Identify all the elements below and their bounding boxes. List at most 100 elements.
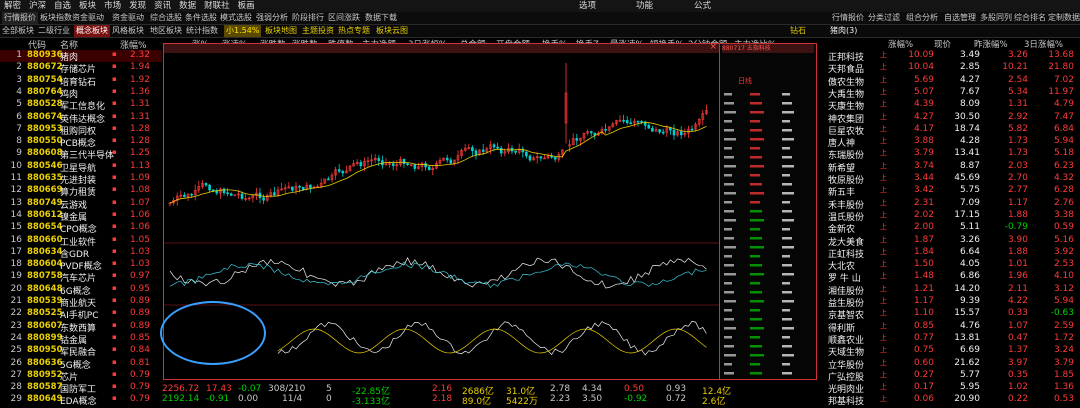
sector-row[interactable]: 28 880587 国防军工 ▪ 0.79: [0, 382, 162, 395]
menu-item-3[interactable]: 板块: [75, 0, 100, 12]
close-icon[interactable]: ×: [709, 42, 717, 52]
sector-row[interactable]: 10 880546 卫星导航 ▪ 1.13: [0, 161, 162, 174]
toolbar-item-3[interactable]: 资金驱动: [112, 12, 144, 24]
toolbar-right-2[interactable]: 组合分析: [906, 12, 938, 24]
constituent-row[interactable]: 广弘控股 上 0.27 5.77 0.35 1.85: [824, 370, 1080, 383]
menu-item-7[interactable]: 数据: [175, 0, 200, 12]
menu-item-2[interactable]: 自选: [50, 0, 75, 12]
menu-item-8[interactable]: 财联社: [200, 0, 234, 12]
constituent-row[interactable]: 金新农 上 2.00 5.11 -0.79 0.59: [824, 222, 1080, 235]
constituent-row[interactable]: 禾丰股份 上 2.31 7.09 1.17 2.76: [824, 198, 1080, 211]
sector-row[interactable]: 8 880550 PCB概念 ▪ 1.28: [0, 136, 162, 149]
constituent-row[interactable]: 顺鑫农业 上 0.77 13.81 0.47 1.72: [824, 333, 1080, 346]
menu-item-4[interactable]: 市场: [100, 0, 125, 12]
toolbar-right-3[interactable]: 自选管理: [944, 12, 976, 24]
sector-row[interactable]: 13 880749 云游戏 ▪ 1.07: [0, 198, 162, 211]
constituent-row[interactable]: 大北农 上 1.50 4.05 1.01 2.53: [824, 259, 1080, 272]
sector-row[interactable]: 23 880607 东数西算 ▪ 0.89: [0, 321, 162, 334]
sector-row[interactable]: 16 880660 工业软件 ▪ 1.05: [0, 235, 162, 248]
constituent-row[interactable]: 立华股份 上 0.60 21.62 3.97 3.79: [824, 358, 1080, 371]
popup-titlebar[interactable]: ×: [164, 42, 720, 53]
toolbar-item-5[interactable]: 条件选股: [185, 12, 217, 24]
menu-item-0[interactable]: 解密: [0, 0, 25, 12]
toolbar-item-6[interactable]: 模式选股: [220, 12, 252, 24]
tab-stat-index[interactable]: 统计指数: [186, 25, 218, 37]
sector-row[interactable]: 25 880950 军民融合 ▪ 0.84: [0, 345, 162, 358]
tab-all-sectors[interactable]: 全部板块: [2, 25, 34, 37]
sector-row[interactable]: 17 880634 含GDR ▪ 1.03: [0, 247, 162, 260]
constituent-row[interactable]: 温氏股份 上 2.02 17.15 1.88 3.38: [824, 210, 1080, 223]
toolbar-right-0[interactable]: 行情报价: [832, 12, 864, 24]
tab-secondary-industry[interactable]: 二级行业: [38, 25, 70, 37]
link-hot-topic[interactable]: 热点专题: [338, 25, 370, 37]
toolbar-right-5[interactable]: 综合排名: [1014, 12, 1046, 24]
constituent-row[interactable]: 大禹生物 上 5.07 7.67 5.34 11.97: [824, 87, 1080, 100]
sector-row[interactable]: 4 880764 鸡肉 ▪ 1.36: [0, 87, 162, 100]
constituent-row[interactable]: 光明肉业 上 0.17 5.95 1.02 1.36: [824, 382, 1080, 395]
constituent-row[interactable]: 正虹科技 上 1.84 6.64 1.88 3.92: [824, 247, 1080, 260]
constituent-row[interactable]: 邦基科技 上 0.06 20.90 0.22 0.53: [824, 394, 1080, 407]
sector-row[interactable]: 15 880654 CPO概念 ▪ 1.06: [0, 222, 162, 235]
rcol-0[interactable]: 涨幅%: [888, 38, 913, 50]
sector-row[interactable]: 21 880539 商业航天 ▪ 0.89: [0, 296, 162, 309]
side-panel-title[interactable]: 880717 五指科技: [722, 44, 814, 53]
constituent-row[interactable]: 正邦科技 上 10.09 3.49 3.26 13.68: [824, 50, 1080, 63]
sector-row[interactable]: 5 880528 军工信息化 ▪ 1.31: [0, 99, 162, 112]
sector-row[interactable]: 12 880669 算力租赁 ▪ 1.08: [0, 185, 162, 198]
tab-style-sector[interactable]: 风格板块: [112, 25, 144, 37]
menu-functions[interactable]: 功能: [632, 0, 657, 12]
constituent-row[interactable]: 天域生物 上 0.75 6.69 1.37 3.24: [824, 345, 1080, 358]
sector-row[interactable]: 1 880936 猪肉 ▪ 2.32: [0, 50, 162, 63]
sector-row[interactable]: 19 880758 汽车芯片 ▪ 0.97: [0, 271, 162, 284]
constituent-row[interactable]: 益生股份 上 1.17 9.39 4.22 5.94: [824, 296, 1080, 309]
constituent-row[interactable]: 京基智农 上 1.10 15.57 0.33 -0.63: [824, 308, 1080, 321]
link-sector-cloud[interactable]: 板块云图: [376, 25, 408, 37]
toolbar-right-1[interactable]: 分类过滤: [868, 12, 900, 24]
menu-item-1[interactable]: 沪深: [25, 0, 50, 12]
toolbar-item-10[interactable]: 数据下载: [365, 12, 397, 24]
constituent-row[interactable]: 得利斯 上 0.85 4.76 1.07 2.59: [824, 321, 1080, 334]
constituent-row[interactable]: 傲农生物 上 5.69 4.27 2.54 7.02: [824, 75, 1080, 88]
toolbar-item-8[interactable]: 阶段排行: [292, 12, 324, 24]
sector-row[interactable]: 9 880608 第三代半导体 ▪ 1.25: [0, 148, 162, 161]
constituent-row[interactable]: 天邦食品 上 10.04 2.85 10.21 21.80: [824, 62, 1080, 75]
constituent-row[interactable]: 龙大美食 上 1.87 3.26 3.90 5.16: [824, 235, 1080, 248]
sector-row[interactable]: 11 880635 先进封装 ▪ 1.09: [0, 173, 162, 186]
sector-row[interactable]: 27 880952 芯片 ▪ 0.79: [0, 370, 162, 383]
menu-options[interactable]: 选项: [575, 0, 600, 12]
toolbar-right-6[interactable]: 定制数据: [1048, 12, 1080, 24]
sector-row[interactable]: 6 880674 英伟达概念 ▪ 1.31: [0, 112, 162, 125]
toolbar-item-4[interactable]: 综合选股: [150, 12, 182, 24]
sector-row[interactable]: 2 880672 存储芯片 ▪ 1.94: [0, 62, 162, 75]
sector-row[interactable]: 29 880649 EDA概念 ▪ 0.79: [0, 394, 162, 407]
constituent-row[interactable]: 新希望 上 3.74 8.87 2.03 6.23: [824, 161, 1080, 174]
menu-formula[interactable]: 公式: [690, 0, 715, 12]
constituent-row[interactable]: 神农集团 上 4.27 30.50 2.92 7.47: [824, 112, 1080, 125]
toolbar-item-9[interactable]: 区间涨跌: [328, 12, 360, 24]
constituent-row[interactable]: 罗 牛 山 上 1.48 6.86 1.96 4.10: [824, 271, 1080, 284]
sector-row[interactable]: 20 880648 6G概念 ▪ 0.95: [0, 284, 162, 297]
sector-row[interactable]: 26 880636 5G概念 ▪ 0.81: [0, 358, 162, 371]
constituent-row[interactable]: 天康生物 上 4.39 8.09 1.31 4.79: [824, 99, 1080, 112]
toolbar-right-4[interactable]: 多股同列: [980, 12, 1012, 24]
toolbar-item-2[interactable]: 资金驱动: [72, 12, 104, 24]
constituent-row[interactable]: 巨星农牧 上 4.17 18.74 5.82 6.84: [824, 124, 1080, 137]
constituent-row[interactable]: 唐人神 上 3.88 4.28 1.73 5.94: [824, 136, 1080, 149]
constituent-row[interactable]: 东瑞股份 上 3.79 13.41 1.73 5.18: [824, 148, 1080, 161]
sector-row[interactable]: 14 880612 镍金属 ▪ 1.06: [0, 210, 162, 223]
toolbar-item-0[interactable]: 行情报价: [2, 12, 38, 24]
rcol-2[interactable]: 昨涨幅%: [974, 38, 1008, 50]
sector-row[interactable]: 22 880525 AI手机PC ▪ 0.89: [0, 308, 162, 321]
constituent-row[interactable]: 牧原股份 上 3.44 45.69 2.70 4.32: [824, 173, 1080, 186]
sector-row[interactable]: 18 880604 PVDF概念 ▪ 1.03: [0, 259, 162, 272]
menu-item-5[interactable]: 发现: [125, 0, 150, 12]
sector-row[interactable]: 7 880953 租购同权 ▪ 1.28: [0, 124, 162, 137]
link-sector-map[interactable]: 板块地图: [265, 25, 297, 37]
tab-concept-sector[interactable]: 概念板块: [74, 25, 110, 37]
rcol-3[interactable]: 3日涨幅%: [1024, 38, 1063, 50]
constituent-row[interactable]: 新五丰 上 3.42 5.75 2.77 6.28: [824, 185, 1080, 198]
link-theme-invest[interactable]: 主题投资: [302, 25, 334, 37]
rcol-1[interactable]: 现价: [934, 38, 951, 50]
toolbar-item-1[interactable]: 板块指数: [40, 12, 72, 24]
menu-item-6[interactable]: 资讯: [150, 0, 175, 12]
